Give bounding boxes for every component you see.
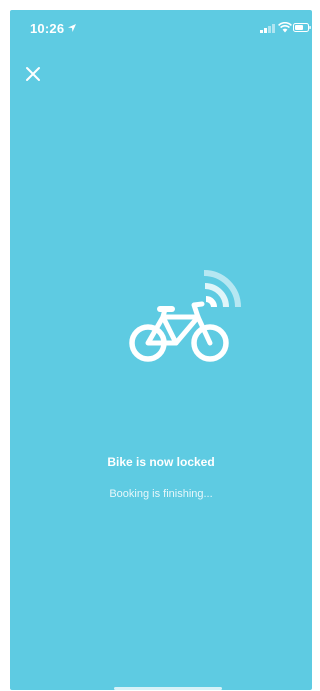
close-icon [26,67,40,81]
close-button[interactable] [22,63,44,85]
location-arrow-icon [68,24,76,32]
app-screen: 10:26 Bike is now locked Booking is fini… [10,10,312,690]
wireless-signal-icon [203,270,241,308]
status-time: 10:26 [30,21,65,36]
home-indicator[interactable] [114,687,222,690]
booking-status-text: Booking is finishing... [109,488,213,500]
bike-wireless-icon [129,270,241,362]
bicycle-icon [129,301,229,362]
status-bar: 10:26 [10,10,312,44]
wifi-icon [278,22,292,33]
lock-status-title: Bike is now locked [107,455,215,469]
cellular-signal-icon [260,24,275,33]
battery-icon [293,23,311,32]
